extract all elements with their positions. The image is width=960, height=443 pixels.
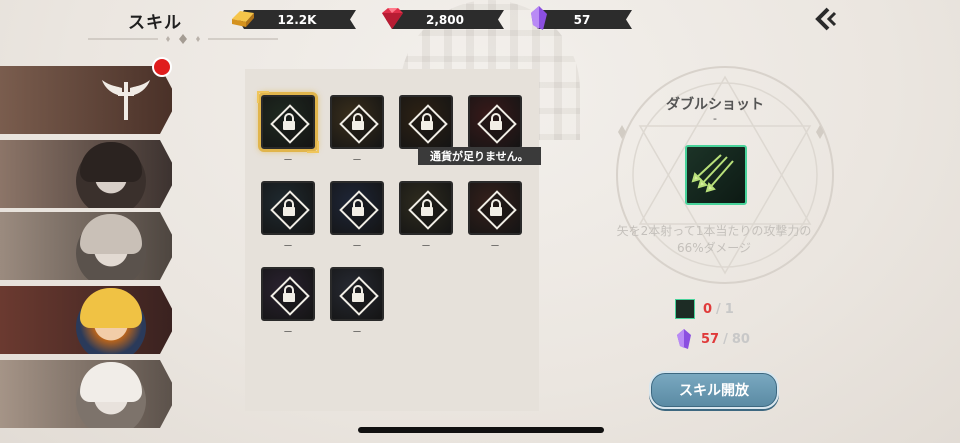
- skill-level-label: ㅡ: [352, 328, 362, 338]
- skill-item-separator: /: [716, 301, 721, 317]
- character-tab-4[interactable]: [0, 286, 172, 354]
- lock-icon: [421, 199, 433, 216]
- lock-icon: [490, 199, 502, 216]
- skill-description: 矢を2本射って1本当たりの攻撃力の 66%ダメージ: [596, 223, 832, 257]
- skill-slot[interactable]: [261, 267, 315, 321]
- skill-level-label: ㅡ: [490, 242, 500, 252]
- title-ornament: [88, 34, 278, 44]
- character-tab-2[interactable]: [0, 140, 172, 208]
- skill-item-have: 0: [703, 301, 713, 317]
- character-tab-1[interactable]: [0, 66, 172, 134]
- lock-icon: [283, 285, 295, 302]
- skill-item-icon: [675, 299, 695, 319]
- lock-icon: [283, 199, 295, 216]
- skill-slot[interactable]: [330, 95, 384, 149]
- skill-slot[interactable]: [330, 181, 384, 235]
- character-tab-3[interactable]: [0, 212, 172, 280]
- skill-slot[interactable]: [468, 181, 522, 235]
- requirement-skill-item: 0 / 1: [675, 299, 734, 319]
- skill-slot[interactable]: [468, 95, 522, 149]
- back-chevron-icon[interactable]: [812, 6, 838, 32]
- ruby-gem-icon: [382, 8, 403, 29]
- page-title: スキル: [128, 13, 182, 33]
- character-hair-3: [80, 214, 142, 254]
- lock-icon: [352, 199, 364, 216]
- skill-item-need: 1: [724, 301, 734, 317]
- crystal-have: 57: [701, 331, 720, 347]
- skill-slot[interactable]: [399, 181, 453, 235]
- skill-preview: [685, 145, 747, 205]
- character-hair-4: [80, 288, 142, 328]
- lock-icon: [421, 113, 433, 130]
- notification-badge: [152, 57, 172, 77]
- requirement-crystal: 57 / 80: [675, 328, 750, 350]
- purple-crystal-icon: [677, 329, 691, 349]
- description-line-2: 66%ダメージ: [676, 241, 752, 255]
- skill-rank: -: [713, 112, 717, 125]
- ruby-amount: 2,800: [426, 12, 464, 27]
- character-tab-5[interactable]: [0, 360, 172, 428]
- skill-level-label: ㅡ: [283, 156, 293, 166]
- skill-name: ダブルショット: [666, 97, 764, 113]
- purple-crystal-icon: [531, 6, 547, 30]
- lock-icon: [283, 113, 295, 130]
- skill-level-label: ㅡ: [421, 242, 431, 252]
- lock-icon: [352, 285, 364, 302]
- unlock-skill-button[interactable]: スキル開放: [649, 371, 779, 409]
- lock-icon: [490, 113, 502, 130]
- skill-slot[interactable]: [257, 91, 319, 153]
- gold-amount: 12.2K: [277, 12, 317, 27]
- triple-arrow-icon: [691, 154, 734, 193]
- insufficient-currency-tooltip: 通貨が足りません。: [418, 147, 541, 165]
- character-hair-5: [80, 362, 142, 402]
- crystal-amount: 57: [573, 12, 591, 27]
- skill-slot[interactable]: [330, 267, 384, 321]
- skill-level-label: ㅡ: [352, 242, 362, 252]
- gold-bar-icon: [232, 11, 254, 27]
- description-line-1: 矢を2本射って1本当たりの攻撃力の: [616, 224, 812, 238]
- skill-slot[interactable]: [399, 95, 453, 149]
- character-hair-2: [80, 142, 142, 182]
- lock-icon: [352, 113, 364, 130]
- home-indicator[interactable]: [358, 427, 604, 433]
- skill-slot[interactable]: [261, 181, 315, 235]
- skill-level-label: ㅡ: [283, 242, 293, 252]
- skill-level-label: ㅡ: [352, 156, 362, 166]
- crystal-need: 80: [731, 331, 750, 347]
- winged-emblem-icon: [102, 80, 150, 120]
- crystal-separator: /: [723, 331, 728, 347]
- skill-level-label: ㅡ: [283, 328, 293, 338]
